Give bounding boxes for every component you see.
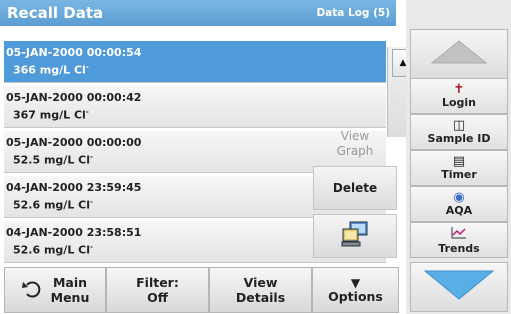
record-datetime: 05-JAN-2000 00:00:42 bbox=[6, 91, 142, 104]
record-value: 366 mg/L Cl- bbox=[13, 63, 89, 77]
beaker-icon: ◫ bbox=[452, 118, 466, 133]
back-arrow-icon bbox=[21, 279, 43, 302]
data-log-count: Data Log (5) bbox=[316, 7, 390, 19]
page-title: Recall Data bbox=[7, 4, 104, 22]
sidebar-scroll-up-button[interactable] bbox=[410, 29, 508, 79]
sample-id-button[interactable]: ◫ Sample ID bbox=[410, 114, 508, 150]
trends-chart-icon bbox=[451, 226, 467, 243]
main-menu-button[interactable]: Main Menu bbox=[4, 267, 106, 313]
triangle-down-icon: ▼ bbox=[350, 275, 361, 290]
person-icon: ✝ bbox=[453, 82, 465, 97]
record-datetime: 05-JAN-2000 00:00:54 bbox=[6, 46, 142, 59]
timer-button[interactable]: ▤ Timer bbox=[410, 150, 508, 186]
arrow-down-icon bbox=[419, 267, 499, 307]
view-details-button[interactable]: View Details bbox=[209, 267, 312, 313]
aqa-button[interactable]: ◉ AQA bbox=[410, 186, 508, 222]
list-item[interactable]: 05-JAN-2000 00:00:54 366 mg/L Cl- bbox=[4, 41, 386, 83]
aqa-icon: ◉ bbox=[453, 190, 465, 205]
computer-icon bbox=[340, 220, 370, 252]
options-button[interactable]: ▼ Options bbox=[312, 267, 399, 313]
export-button[interactable] bbox=[313, 214, 397, 258]
title-bar: Recall Data Data Log (5) bbox=[0, 0, 396, 26]
sidebar-scroll-down-button[interactable] bbox=[410, 262, 508, 312]
login-button[interactable]: ✝ Login bbox=[410, 78, 508, 114]
delete-button[interactable]: Delete bbox=[313, 166, 397, 210]
arrow-up-icon bbox=[424, 37, 494, 71]
trends-button[interactable]: Trends bbox=[410, 222, 508, 258]
timer-icon: ▤ bbox=[452, 154, 466, 169]
view-graph-button[interactable]: View Graph bbox=[313, 122, 397, 166]
filter-button[interactable]: Filter: Off bbox=[106, 267, 209, 313]
record-value: 367 mg/L Cl- bbox=[13, 108, 89, 122]
